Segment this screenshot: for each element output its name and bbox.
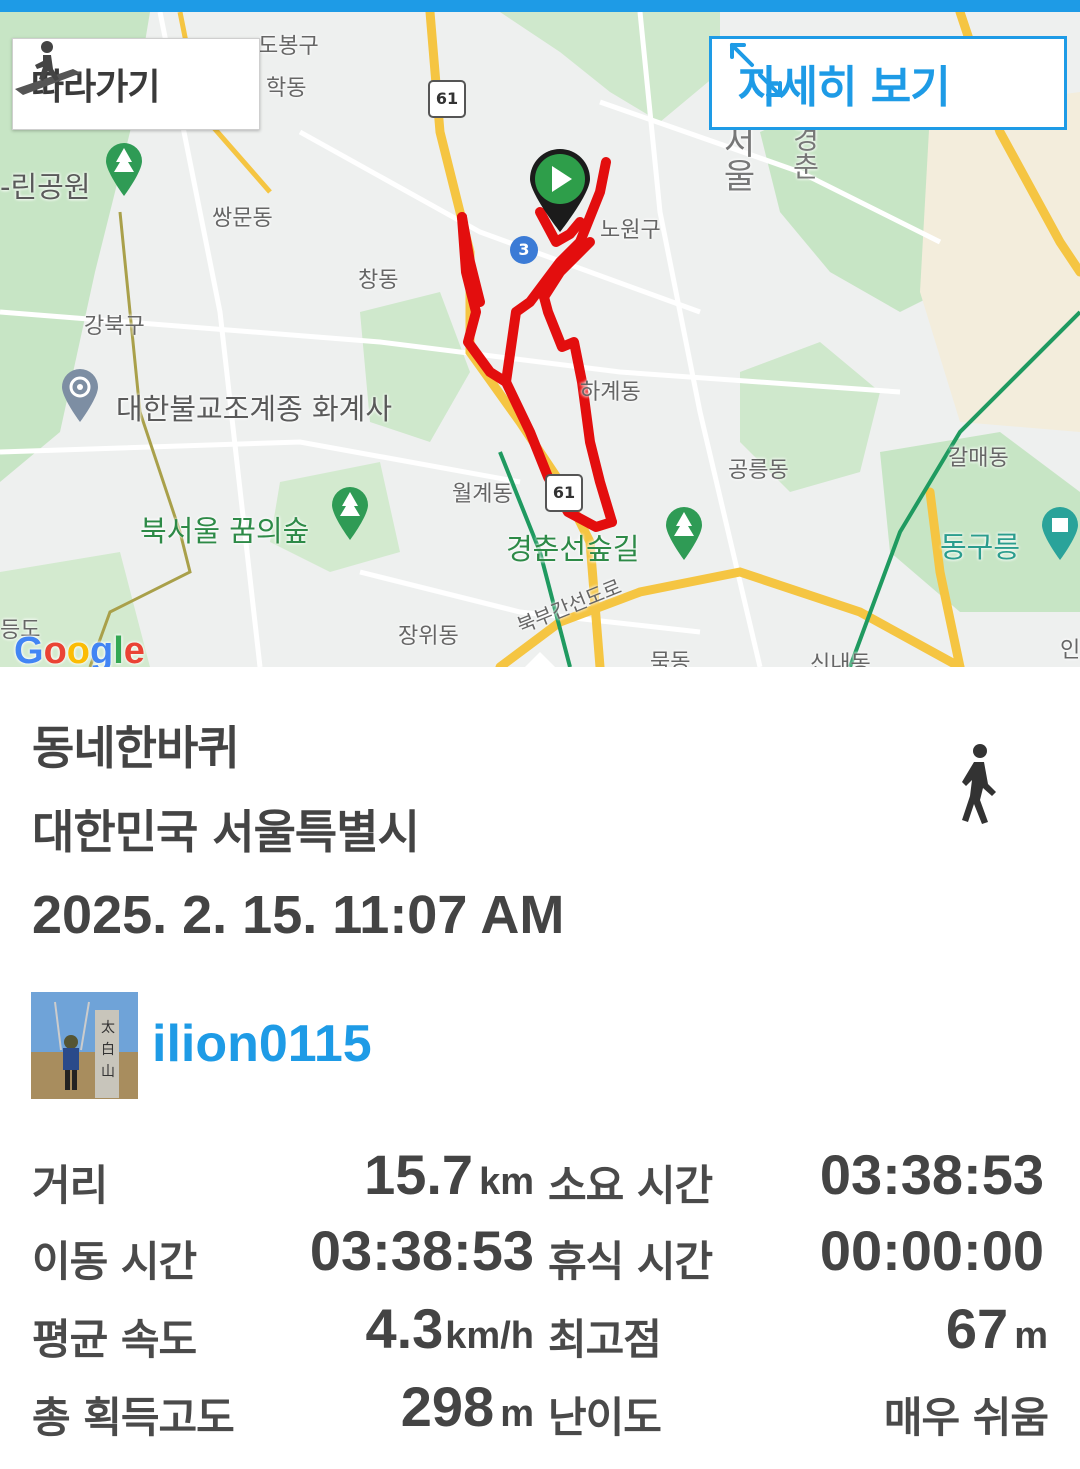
park-marker-icon [332,487,368,540]
svg-text:白: 白 [101,1042,115,1058]
user-avatar[interactable]: 太 白 山 [31,992,138,1099]
map-label-hakdong: 학동 [266,76,307,101]
rest-time-value: 00:00:00 [819,1219,1044,1282]
google-logo: Google [14,630,145,667]
map-label-galmae: 갈매동 [948,446,1009,471]
avg-speed-stat: 4.3km/h [300,1296,534,1361]
moving-time-value: 03:38:53 [309,1219,534,1282]
total-ascent-label: 총 획득고도 [32,1393,235,1442]
follow-button[interactable]: 따라가기 [12,38,260,130]
park-marker-icon [666,507,702,560]
google-logo-letter: e [123,630,145,667]
map-label-ssangmun: 쌍문동 [212,206,273,231]
start-marker-icon[interactable] [528,148,592,234]
walking-person-icon [15,41,81,95]
map-label-jangwi: 장위동 [398,624,459,649]
map-label-hagye: 하계동 [580,380,641,405]
map-label-bukseoul: 북서울 꿈의숲 [140,514,310,548]
google-logo-letter: G [14,630,44,667]
map-label-seoul-vertical: 서울 [716,124,756,192]
distance-unit: km [479,1161,534,1203]
subway-line-3-badge: 3 [510,236,538,264]
google-logo-letter: o [66,630,90,667]
total-ascent-value: 298 [400,1375,495,1438]
google-logo-letter: o [43,630,67,667]
google-logo-letter: l [113,630,124,667]
map-label-rin-park: -린공원 [0,170,91,204]
distance-value: 15.7 [364,1143,474,1206]
map-label-mukdong: 묵동 [650,650,691,667]
total-time-label: 소요 시간 [548,1161,713,1210]
park-marker-icon [106,143,142,196]
difficulty-value: 매우 쉬움 [883,1393,1049,1442]
map-label-gangbuk: 강북구 [84,314,145,339]
route-map[interactable]: 도봉구 학동 -린공원 쌍문동 창동 강북구 대한불교조계종 화계사 북서울 꿈… [0,12,1080,667]
username-link[interactable]: ilion0115 [152,1014,372,1074]
map-label-donggureung: 동구릉 [940,530,1021,564]
total-ascent-stat: 298 m [300,1374,534,1439]
max-altitude-label: 최고점 [548,1315,662,1364]
avg-speed-label: 평균 속도 [32,1315,197,1364]
max-altitude-unit: m [1014,1315,1048,1357]
map-label-wolgye: 월계동 [452,482,513,507]
top-accent-bar [0,0,1080,12]
map-label-gyeongchun: 경춘선숲길 [506,532,640,566]
map-label-nowon: 노원구 [600,218,661,243]
route-61-shield-bottom: 61 [545,474,583,512]
map-label-sinnae: 신내동 [810,652,871,667]
heritage-marker-icon [1042,507,1078,560]
map-label-edge-right: 인 [1060,638,1080,663]
moving-time-label: 이동 시간 [32,1237,197,1286]
track-date: 2025. 2. 15. 11:07 AM [32,885,565,945]
map-label-gongneung: 공릉동 [728,458,789,483]
total-ascent-unit: m [500,1393,534,1435]
max-altitude-stat: 67 m [790,1296,1048,1361]
distance-label: 거리 [32,1161,108,1210]
map-label-dobong: 도봉구 [258,34,319,59]
temple-marker-icon [62,369,98,422]
walking-icon [962,744,996,824]
distance-stat: 15.7 km [300,1142,534,1207]
google-logo-letter: g [90,630,114,667]
svg-text:太: 太 [101,1020,115,1036]
map-label-gyeong-vertical: 경춘 [788,124,821,180]
track-location: 대한민국 서울특별시 [32,805,420,859]
map-pointer-notch [524,652,556,667]
rest-time-label: 휴식 시간 [548,1237,713,1286]
svg-text:山: 山 [101,1064,115,1080]
route-61-shield-top: 61 [428,80,466,118]
map-label-changdong: 창동 [358,268,399,293]
max-altitude-value: 67 [945,1297,1009,1360]
difficulty-label: 난이도 [548,1393,662,1442]
avg-speed-unit: km/h [445,1315,534,1357]
map-label-hwagyesa: 대한불교조계종 화계사 [116,392,393,426]
detail-view-button[interactable]: 자세히 보기 [709,36,1067,130]
avg-speed-value: 4.3 [365,1297,444,1360]
total-time-value: 03:38:53 [819,1143,1044,1206]
track-title: 동네한바퀴 [32,721,240,775]
expand-icon [730,43,782,97]
